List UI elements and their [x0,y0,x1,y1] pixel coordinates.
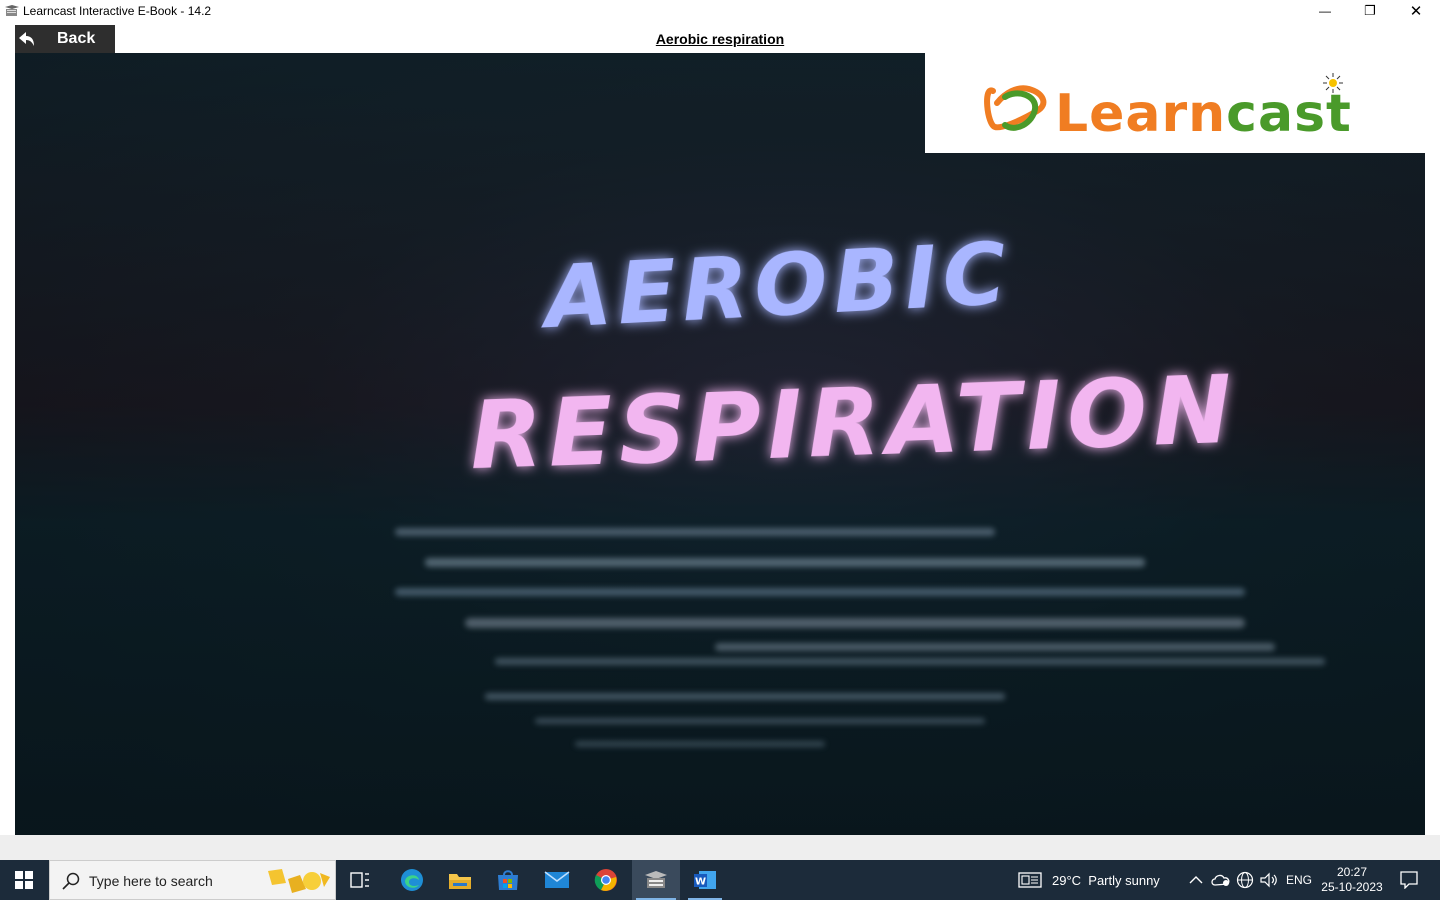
video-title-line2: RESPIRATION [468,356,1239,492]
video-frame: AEROBIC RESPIRATION [395,224,1325,747]
news-icon [1018,872,1042,888]
notification-icon [1400,871,1418,889]
onedrive-button[interactable] [1209,860,1233,900]
restore-button[interactable]: ❐ [1347,0,1393,22]
weather-widget[interactable]: 29°C Partly sunny [1018,860,1170,900]
word-icon: W [694,871,716,889]
mail-button[interactable] [535,860,579,900]
learncast-logo: Learncast [925,53,1425,153]
search-highlight-icon [268,869,330,893]
folder-icon [449,874,471,889]
page-title: Aerobic respiration [655,31,785,47]
svg-text:Learncast: Learncast [1055,84,1352,144]
mail-icon [544,871,570,888]
task-view-button[interactable] [340,860,380,900]
close-icon: ✕ [1409,3,1423,20]
clock[interactable]: 20:27 25-10-2023 [1318,860,1386,900]
clock-time: 20:27 [1336,865,1368,879]
notifications-button[interactable] [1392,860,1426,900]
status-strip [0,835,1440,860]
video-title-line1: AEROBIC [537,224,1015,349]
weather-text: 29°C Partly sunny [1052,872,1160,888]
volume-button[interactable] [1257,860,1281,900]
show-hidden-icons-button[interactable] [1184,860,1208,900]
learncast-app-icon [645,871,667,888]
start-button[interactable] [0,860,48,900]
globe-icon [1236,871,1254,889]
task-view-icon [350,872,369,888]
app-icon [5,5,19,16]
learncast-taskbar-button[interactable] [632,860,680,900]
language-text: ENG [1285,873,1312,887]
word-button[interactable]: W [682,860,728,900]
window-title: Learncast Interactive E-Book - 14.2 [23,4,212,18]
language-indicator[interactable]: ENG [1283,860,1315,900]
logo-graphic: Learncast [984,73,1352,144]
window-titlebar[interactable]: Learncast Interactive E-Book - 14.2 — ❐ … [0,0,1440,24]
windows-icon [15,871,33,889]
edge-button[interactable] [390,860,434,900]
search-icon [62,872,80,890]
restore-icon: ❐ [1364,3,1376,18]
close-button[interactable]: ✕ [1393,0,1439,22]
minimize-button[interactable]: — [1302,0,1348,22]
video-player[interactable]: AEROBIC RESPIRATION [15,53,1425,835]
chevron-up-icon [1189,876,1203,884]
water-reflections [395,528,1325,747]
cloud-sync-icon [1211,874,1230,886]
search-placeholder: Type here to search [89,873,213,889]
chrome-icon [594,869,617,891]
minimize-icon: — [1319,4,1331,18]
clock-date: 25-10-2023 [1321,880,1383,894]
store-icon [498,870,518,890]
edge-icon [401,869,423,891]
svg-text:W: W [695,877,706,888]
speaker-icon [1260,872,1277,888]
taskbar-search[interactable]: Type here to search [49,860,336,900]
file-explorer-button[interactable] [438,860,482,900]
chrome-button[interactable] [584,860,628,900]
logo-play-icon [984,85,1047,131]
network-button[interactable] [1233,860,1257,900]
store-button[interactable] [486,860,530,900]
